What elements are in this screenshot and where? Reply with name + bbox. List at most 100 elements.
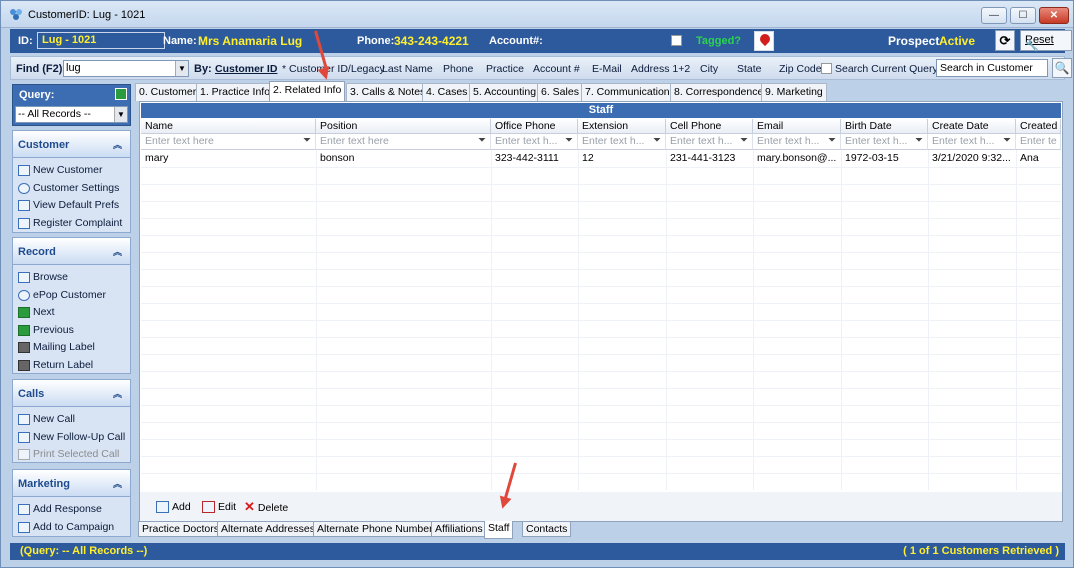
tab-practice-info[interactable]: 1. Practice Info <box>196 83 275 101</box>
tab-related-info[interactable]: 2. Related Info <box>269 81 346 102</box>
by-option-city[interactable]: City <box>700 63 718 75</box>
table-cell[interactable]: Ana <box>1016 150 1061 167</box>
tab-correspondence[interactable]: 8. Correspondence <box>670 83 768 101</box>
column-header[interactable]: Office Phone <box>491 119 578 134</box>
column-header[interactable]: Extension <box>578 119 666 134</box>
add-button[interactable]: Add <box>156 501 191 514</box>
refresh-button[interactable]: ⟳ <box>995 30 1015 51</box>
maximize-button[interactable]: ☐ <box>1010 7 1036 24</box>
collapse-icon[interactable]: ︽ <box>113 138 122 151</box>
view-default-prefs-item[interactable]: View Default Prefs <box>13 197 130 215</box>
epop-customer-item[interactable]: ePop Customer <box>13 287 130 305</box>
column-header[interactable]: Cell Phone <box>666 119 753 134</box>
query-refresh-icon[interactable] <box>115 88 127 100</box>
search-current-checkbox[interactable] <box>821 62 832 74</box>
column-header[interactable]: Birth Date <box>841 119 928 134</box>
previous-item[interactable]: Previous <box>13 322 130 340</box>
tab-staff[interactable]: Staff <box>484 521 514 539</box>
by-option-phone[interactable]: Phone <box>443 63 473 75</box>
new-customer-item[interactable]: New Customer <box>13 162 130 180</box>
customer-settings-item[interactable]: Customer Settings <box>13 180 130 198</box>
table-cell[interactable]: 12 <box>578 150 666 167</box>
search-icon[interactable]: 🔍 <box>1052 58 1072 78</box>
collapse-icon[interactable]: ︽ <box>113 387 122 400</box>
by-option-practice[interactable]: Practice <box>486 63 524 75</box>
column-header[interactable]: Position <box>316 119 491 134</box>
close-button[interactable]: ✕ <box>1039 7 1069 24</box>
filter-icon[interactable]: ⏷ <box>1003 136 1013 146</box>
table-cell[interactable]: 323-442-3111 <box>491 150 578 167</box>
table-cell[interactable]: bonson <box>316 150 491 167</box>
filter-input[interactable]: Enter text h... ⏷ <box>928 134 1016 150</box>
tab-calls-notes[interactable]: 3. Calls & Notes <box>346 83 430 101</box>
by-option-address[interactable]: Address 1+2 <box>631 63 690 75</box>
tab-accounting[interactable]: 5. Accounting <box>469 83 541 101</box>
by-option-last-name[interactable]: Last Name <box>382 63 433 75</box>
chevron-down-icon[interactable]: ▼ <box>175 61 188 76</box>
search-in-customer-input[interactable]: Search in Customer <box>936 59 1048 77</box>
customer-group-header[interactable]: Customer ︽ <box>13 131 130 158</box>
delete-button[interactable]: ✕ Delete <box>244 499 288 515</box>
tab-practice-doctors[interactable]: Practice Doctors <box>138 521 224 537</box>
tab-customer[interactable]: 0. Customer <box>135 83 201 101</box>
register-complaint-item[interactable]: Register Complaint <box>13 215 130 233</box>
filter-input[interactable]: Enter text h... ⏷ <box>666 134 753 150</box>
column-header[interactable]: Email <box>753 119 841 134</box>
filter-input[interactable]: Enter text h... ⏷ <box>578 134 666 150</box>
by-option-zip[interactable]: Zip Code <box>779 63 822 75</box>
reset-button[interactable]: 🔧 Reset <box>1020 30 1072 52</box>
filter-input[interactable]: Enter text here ⏷ <box>316 134 491 150</box>
tab-affiliations[interactable]: Affiliations <box>431 521 487 537</box>
next-item[interactable]: Next <box>13 304 130 322</box>
calls-group-header[interactable]: Calls ︽ <box>13 380 130 407</box>
by-option-account[interactable]: Account # <box>533 63 580 75</box>
collapse-icon[interactable]: ︽ <box>113 477 122 490</box>
table-cell[interactable]: 3/21/2020 9:32... <box>928 150 1016 167</box>
filter-icon[interactable]: ⏷ <box>653 136 663 146</box>
find-input[interactable]: lug ▼ <box>63 60 189 77</box>
filter-icon[interactable]: ⏷ <box>828 136 838 146</box>
table-cell[interactable]: mary.bonson@... <box>753 150 841 167</box>
minimize-button[interactable]: — <box>981 7 1007 24</box>
filter-input[interactable]: Enter te <box>1016 134 1061 150</box>
record-group-header[interactable]: Record ︽ <box>13 238 130 265</box>
tab-alternate-phone-numbers[interactable]: Alternate Phone Numbers <box>313 521 442 537</box>
return-label-item[interactable]: Return Label <box>13 357 130 375</box>
table-cell[interactable]: 1972-03-15 <box>841 150 928 167</box>
edit-button[interactable]: Edit <box>202 501 236 514</box>
column-header[interactable]: Created <box>1016 119 1061 134</box>
table-cell[interactable]: mary <box>141 150 316 167</box>
tagged-checkbox[interactable] <box>671 34 682 46</box>
filter-input[interactable]: Enter text h... ⏷ <box>841 134 928 150</box>
query-select[interactable]: -- All Records -- ▼ <box>15 106 128 123</box>
tab-communications[interactable]: 7. Communications <box>581 83 679 101</box>
table-cell[interactable]: 231-441-3123 <box>666 150 753 167</box>
tab-sales[interactable]: 6. Sales <box>537 83 583 101</box>
new-follow-up-call-item[interactable]: New Follow-Up Call <box>13 429 130 447</box>
by-option-email[interactable]: E-Mail <box>592 63 622 75</box>
filter-icon[interactable]: ⏷ <box>915 136 925 146</box>
filter-icon[interactable]: ⏷ <box>740 136 750 146</box>
filter-icon[interactable]: ⏷ <box>478 136 488 146</box>
tab-marketing[interactable]: 9. Marketing <box>761 83 827 101</box>
by-option-customer-id[interactable]: Customer ID <box>215 63 277 75</box>
id-field[interactable]: Lug - 1021 <box>37 32 165 49</box>
tab-contacts[interactable]: Contacts <box>522 521 572 537</box>
tab-cases[interactable]: 4. Cases <box>422 83 472 101</box>
browse-item[interactable]: Browse <box>13 269 130 287</box>
by-option-legacy[interactable]: * Customer ID/Legacy <box>282 63 385 75</box>
map-pin-icon[interactable] <box>754 31 774 51</box>
column-header[interactable]: Name <box>141 119 316 134</box>
add-to-campaign-item[interactable]: Add to Campaign <box>13 519 130 537</box>
marketing-group-header[interactable]: Marketing ︽ <box>13 470 130 497</box>
add-response-item[interactable]: Add Response <box>13 501 130 519</box>
filter-icon[interactable]: ⏷ <box>565 136 575 146</box>
filter-input[interactable]: Enter text h... ⏷ <box>491 134 578 150</box>
column-header[interactable]: Create Date <box>928 119 1016 134</box>
tab-alternate-addresses[interactable]: Alternate Addresses <box>217 521 319 537</box>
by-option-state[interactable]: State <box>737 63 762 75</box>
new-call-item[interactable]: New Call <box>13 411 130 429</box>
filter-icon[interactable]: ⏷ <box>303 136 313 146</box>
filter-input[interactable]: Enter text h... ⏷ <box>753 134 841 150</box>
collapse-icon[interactable]: ︽ <box>113 245 122 258</box>
